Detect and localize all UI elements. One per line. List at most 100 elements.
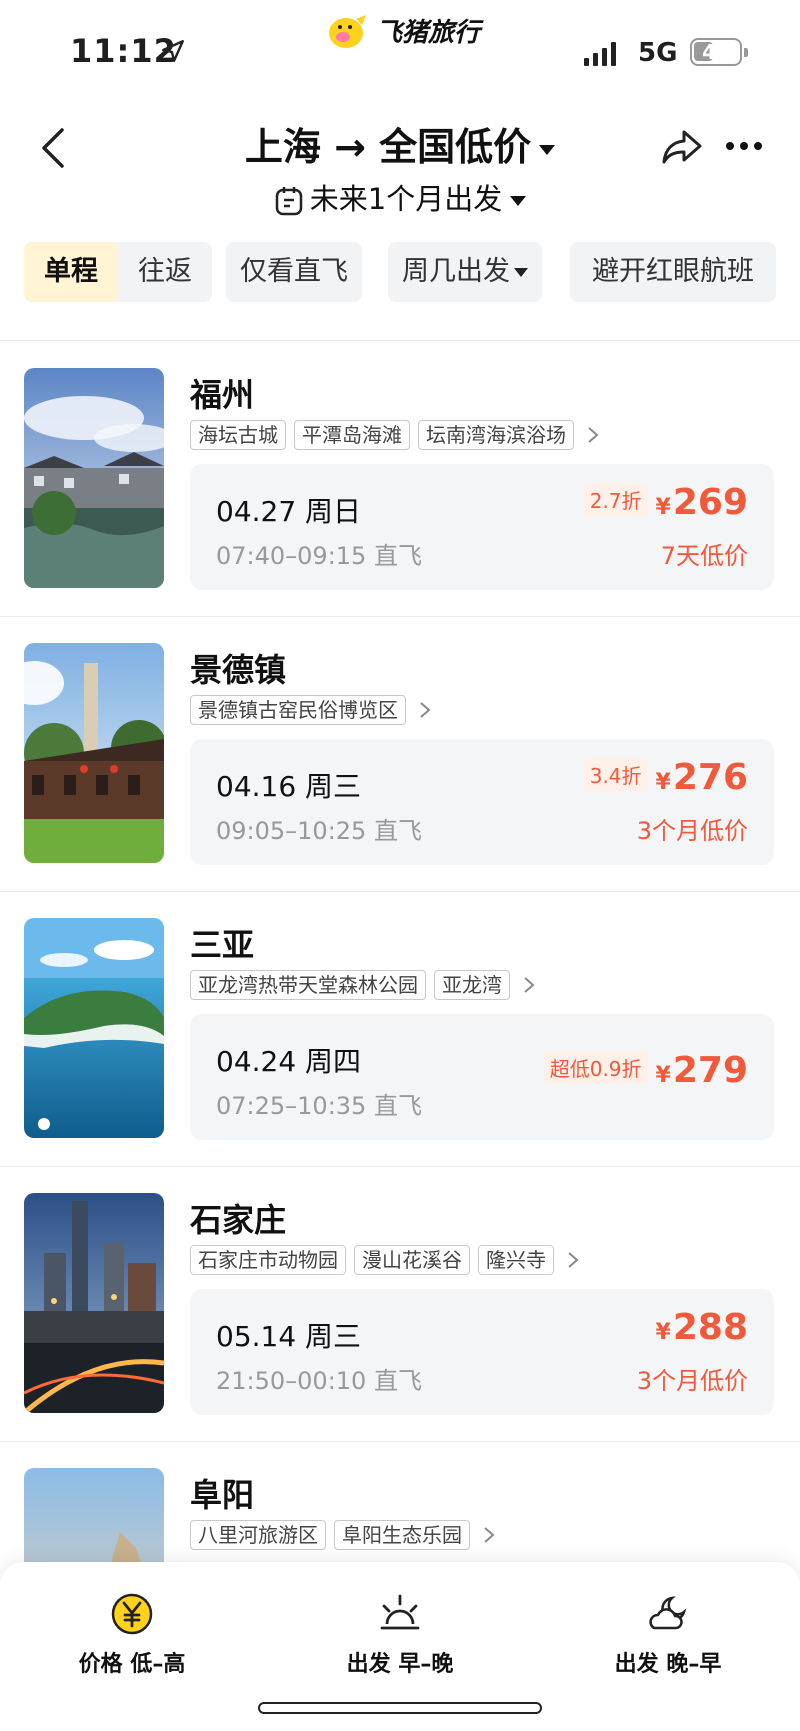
destination-city: 三亚: [190, 926, 255, 964]
more-options-icon[interactable]: [726, 136, 770, 156]
flight-date: 04.24 周四: [216, 1045, 362, 1078]
chevron-right-icon: [484, 1527, 495, 1543]
attraction-tag: 阜阳生态乐园: [334, 1520, 470, 1550]
date-range-label: 未来1个月出发: [309, 182, 503, 216]
price-amount: 276: [672, 757, 748, 798]
flight-schedule: 21:50–00:10 直飞: [216, 1367, 422, 1395]
destination-photo: [24, 643, 164, 863]
discount-badge: 3.4折: [583, 758, 648, 791]
price-amount: 269: [672, 482, 748, 523]
sunrise-icon: [380, 1594, 420, 1630]
discount-badge: 2.7折: [583, 483, 648, 516]
flight-info[interactable]: 04.27 周日 07:40–09:15 直飞 2.7折 ¥ 269 7天低价: [190, 464, 774, 590]
avoid-redeye-filter[interactable]: 避开红眼航班: [570, 242, 776, 302]
flight-date: 05.14 周三: [216, 1320, 362, 1353]
brand-name: 飞猪旅行: [376, 18, 481, 48]
chevron-right-icon: [420, 702, 431, 718]
attraction-tag: 石家庄市动物园: [190, 1245, 346, 1275]
price-block: 超低0.9折 ¥ 279: [543, 1050, 748, 1091]
price-note: 3个月低价: [636, 1367, 748, 1395]
sort-departure-late-early[interactable]: 出发 晚–早: [568, 1592, 768, 1678]
destination-card[interactable]: 三亚 亚龙湾热带天堂森林公园 亚龙湾 04.24 周四 07:25–10:35 …: [0, 892, 800, 1166]
location-arrow-icon: [162, 40, 184, 62]
attraction-tag: 八里河旅游区: [190, 1520, 326, 1550]
attraction-tag: 漫山花溪谷: [354, 1245, 470, 1275]
sort-price-low-high[interactable]: 价格 低–高: [32, 1592, 232, 1678]
price-amount: 279: [672, 1050, 748, 1091]
trip-type-roundtrip[interactable]: 往返: [118, 242, 212, 302]
chevron-right-icon: [568, 1252, 579, 1268]
price-note: 3个月低价: [636, 817, 748, 845]
sort-label: 出发 晚–早: [614, 1652, 722, 1677]
price-note: 7天低价: [660, 542, 748, 570]
attraction-tag: 景德镇古窑民俗博览区: [190, 695, 406, 725]
pig-logo-icon: [329, 14, 366, 48]
destination-city: 石家庄: [190, 1201, 287, 1239]
destination-card[interactable]: 景德镇 景德镇古窑民俗博览区 04.16 周三 09:05–10:25 直飞 3…: [0, 617, 800, 891]
attraction-tags[interactable]: 海坛古城 平潭岛海滩 坛南湾海滨浴场: [190, 420, 600, 450]
date-dropdown-icon: [510, 196, 527, 206]
status-bar: 11:12 飞猪旅行 5G 44: [0, 0, 800, 100]
date-range-selector[interactable]: 未来1个月出发: [0, 176, 800, 218]
flight-schedule: 07:25–10:35 直飞: [216, 1092, 422, 1120]
attraction-tags[interactable]: 景德镇古窑民俗博览区: [190, 695, 432, 725]
battery-percent: 44: [702, 40, 730, 64]
destination-photo: [24, 1193, 164, 1413]
currency-symbol: ¥: [655, 770, 671, 795]
price-block: 3.4折 ¥ 276: [583, 757, 748, 798]
title-dropdown-icon: [539, 144, 556, 155]
attraction-tag: 坛南湾海滨浴场: [418, 420, 574, 450]
weekday-filter-label: 周几出发: [402, 256, 510, 287]
currency-symbol: ¥: [655, 495, 671, 520]
currency-symbol: ¥: [655, 1063, 671, 1088]
flight-info[interactable]: 04.16 周三 09:05–10:25 直飞 3.4折 ¥ 276 3个月低价: [190, 739, 774, 865]
destination-city: 景德镇: [190, 651, 287, 689]
price-block: 2.7折 ¥ 269: [583, 482, 748, 523]
destination-card[interactable]: 福州 海坛古城 平潭岛海滩 坛南湾海滨浴场 04.27 周日 07:40–09:…: [0, 342, 800, 616]
direct-only-filter[interactable]: 仅看直飞: [226, 242, 362, 302]
brand-logo: 飞猪旅行: [326, 12, 480, 49]
weekday-dropdown-icon: [514, 268, 528, 277]
flight-date: 04.16 周三: [216, 770, 362, 803]
trip-type-toggle: 单程 往返: [24, 242, 212, 302]
attraction-tags[interactable]: 八里河旅游区 阜阳生态乐园: [190, 1520, 496, 1550]
discount-badge: 超低0.9折: [543, 1051, 648, 1084]
destination-city: 福州: [190, 376, 255, 414]
currency-symbol: ¥: [655, 1320, 671, 1345]
sort-label: 价格 低–高: [78, 1652, 186, 1677]
trip-type-oneway[interactable]: 单程: [24, 242, 118, 302]
weekday-filter[interactable]: 周几出发: [388, 242, 542, 302]
moon-cloud-icon: [649, 1596, 687, 1630]
battery-icon: 44: [690, 38, 748, 66]
signal-strength-icon: [584, 40, 616, 66]
home-indicator[interactable]: [258, 1702, 542, 1714]
sort-departure-early-late[interactable]: 出发 早–晚: [300, 1592, 500, 1678]
attraction-tag: 隆兴寺: [478, 1245, 554, 1275]
yen-coin-icon: [111, 1593, 153, 1635]
flight-info[interactable]: 04.24 周四 07:25–10:35 直飞 超低0.9折 ¥ 279: [190, 1014, 774, 1140]
flight-info[interactable]: 05.14 周三 21:50–00:10 直飞 ¥ 288 3个月低价: [190, 1289, 774, 1415]
network-type: 5G: [638, 38, 678, 68]
attraction-tag: 亚龙湾热带天堂森林公园: [190, 970, 426, 1000]
attraction-tag: 海坛古城: [190, 420, 286, 450]
flight-schedule: 09:05–10:25 直飞: [216, 817, 422, 845]
price-block: ¥ 288: [656, 1307, 748, 1348]
flight-date: 04.27 周日: [216, 495, 362, 528]
divider: [0, 340, 800, 341]
chevron-right-icon: [524, 977, 535, 993]
destination-photo: [24, 918, 164, 1138]
destination-city: 阜阳: [190, 1476, 255, 1514]
flight-schedule: 07:40–09:15 直飞: [216, 542, 422, 570]
destination-card[interactable]: 石家庄 石家庄市动物园 漫山花溪谷 隆兴寺 05.14 周三 21:50–00:…: [0, 1167, 800, 1441]
destination-photo: [24, 368, 164, 588]
calendar-icon: [275, 187, 303, 216]
sort-label: 出发 早–晚: [346, 1652, 454, 1677]
share-icon[interactable]: [660, 126, 704, 166]
price-amount: 288: [672, 1307, 748, 1348]
attraction-tag: 平潭岛海滩: [294, 420, 410, 450]
attraction-tags[interactable]: 亚龙湾热带天堂森林公园 亚龙湾: [190, 970, 536, 1000]
chevron-right-icon: [588, 427, 599, 443]
route-title-text: 上海 → 全国低价: [244, 125, 532, 169]
attraction-tag: 亚龙湾: [434, 970, 510, 1000]
attraction-tags[interactable]: 石家庄市动物园 漫山花溪谷 隆兴寺: [190, 1245, 580, 1275]
